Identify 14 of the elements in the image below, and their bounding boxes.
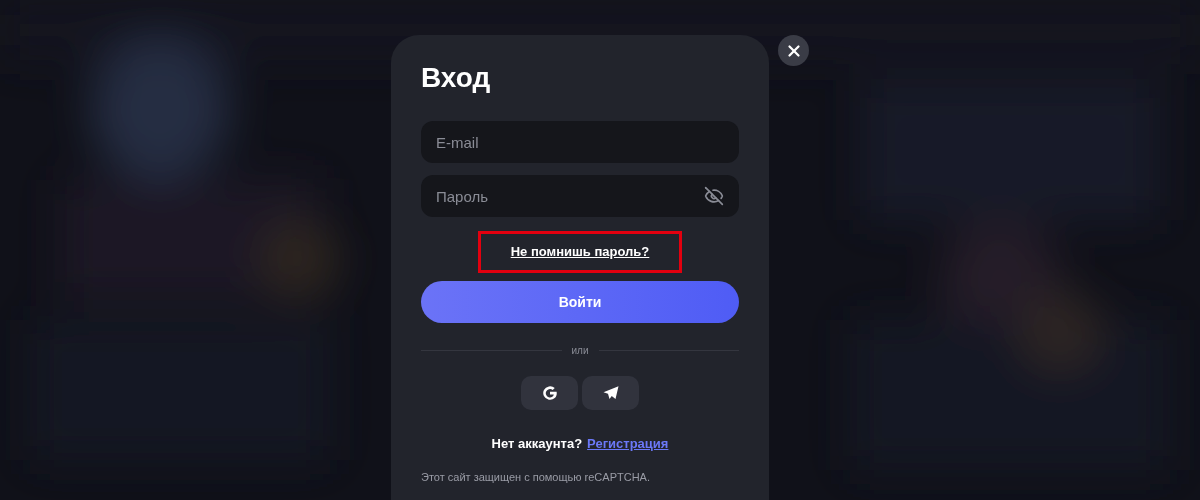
- google-icon: [540, 384, 559, 402]
- divider-label: или: [571, 344, 589, 358]
- captcha-note: Этот сайт защищен с помощью reCAPTCHA.: [421, 469, 651, 484]
- google-login-button[interactable]: [521, 376, 578, 410]
- dialog-title: Вход: [421, 61, 492, 95]
- password-field[interactable]: Пароль: [421, 175, 739, 217]
- eye-off-icon[interactable]: [704, 186, 724, 206]
- telegram-login-button[interactable]: [582, 376, 639, 410]
- email-field[interactable]: E-mail: [421, 121, 739, 163]
- signup-prompt: Нет аккаунта?: [491, 435, 583, 453]
- paper-plane-icon: [601, 384, 620, 402]
- login-button[interactable]: Войти: [421, 281, 739, 323]
- forgot-password-link[interactable]: Не помнишь пароль?: [478, 231, 682, 273]
- signup-link[interactable]: Регистрация: [587, 434, 669, 454]
